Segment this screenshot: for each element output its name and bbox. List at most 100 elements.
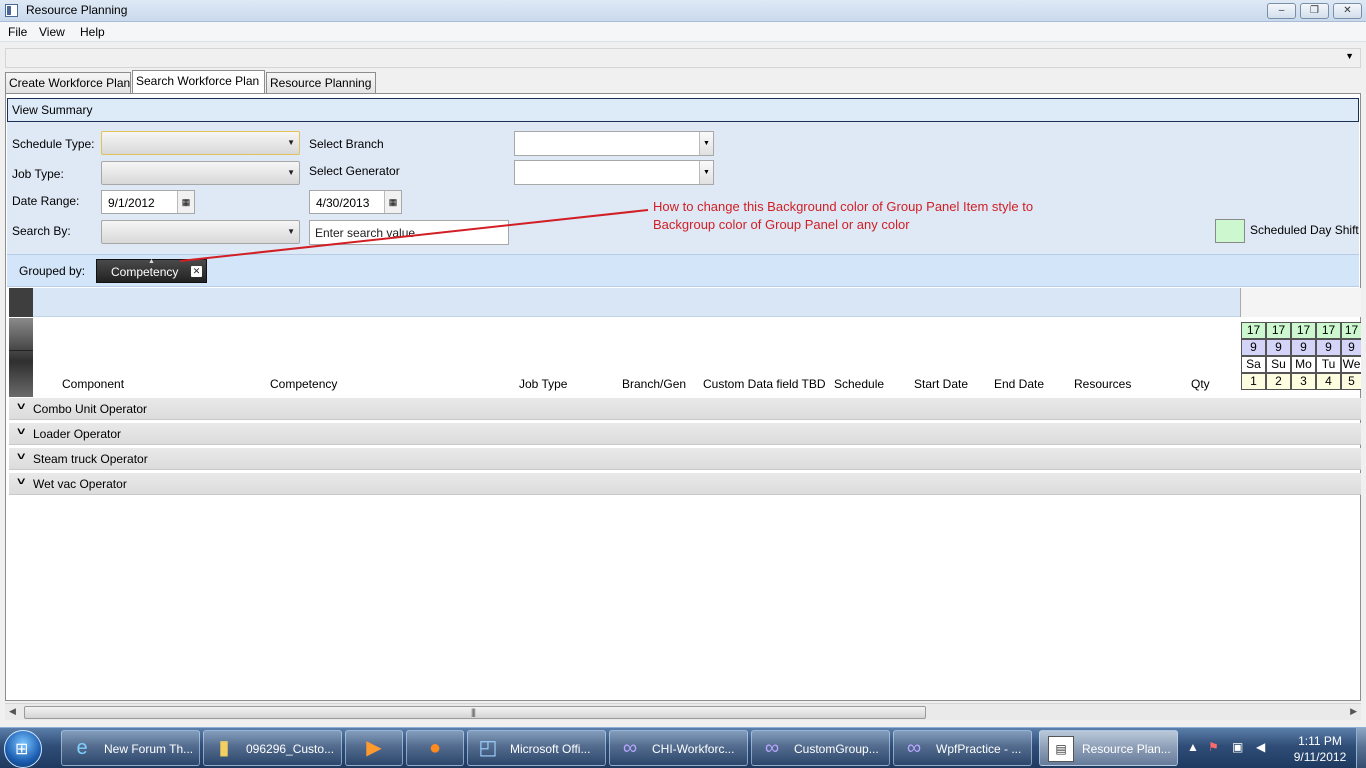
- chevron-down-icon[interactable]: ˅: [17, 476, 25, 488]
- schedule-type-combo[interactable]: ▼: [101, 131, 300, 155]
- date-from-value: 9/1/2012: [108, 196, 155, 210]
- top-expander-bar: ▼: [5, 48, 1361, 68]
- taskbar-item-media-player[interactable]: ▶: [345, 730, 403, 766]
- select-branch-combo[interactable]: ▼: [514, 131, 714, 156]
- show-desktop-button[interactable]: [1356, 728, 1366, 768]
- calendar-cell: 17: [1341, 322, 1361, 339]
- horizontal-scrollbar[interactable]: ◀ ||| ▶: [5, 703, 1361, 720]
- grouped-by-label: Grouped by:: [19, 264, 86, 278]
- tab-resource-planning[interactable]: Resource Planning: [266, 72, 376, 93]
- scroll-right-icon[interactable]: ▶: [1350, 706, 1357, 717]
- chevron-down-icon: ▼: [699, 161, 713, 184]
- network-icon[interactable]: ▣: [1232, 740, 1243, 754]
- col-competency[interactable]: Competency: [270, 377, 337, 391]
- search-by-combo[interactable]: ▼: [101, 220, 300, 244]
- group-row[interactable]: ˅ Wet vac Operator: [9, 473, 1361, 495]
- scrollbar-grip: |||: [471, 707, 476, 717]
- sort-ascending-icon: ▲: [148, 258, 155, 265]
- show-hidden-icons-icon[interactable]: ▲: [1187, 740, 1199, 754]
- scroll-left-icon[interactable]: ◀: [9, 706, 16, 717]
- app-window-icon: ▤: [1048, 736, 1074, 762]
- volume-icon[interactable]: ◀: [1256, 740, 1265, 754]
- chevron-down-icon[interactable]: ˅: [17, 451, 25, 463]
- menu-help[interactable]: Help: [80, 25, 105, 39]
- group-panel-item[interactable]: ▲ Competency ✕: [96, 258, 207, 283]
- calendar-cell: 9: [1316, 339, 1341, 356]
- grid-top-band: [33, 288, 1240, 317]
- group-row[interactable]: ˅ Loader Operator: [9, 423, 1361, 445]
- office-icon: ◰: [478, 737, 498, 759]
- view-summary-header[interactable]: View Summary: [7, 98, 1359, 122]
- minimize-button[interactable]: ‒: [1267, 3, 1296, 19]
- select-generator-label: Select Generator: [309, 164, 400, 178]
- col-qty[interactable]: Qty: [1191, 377, 1210, 391]
- taskbar-item-firefox[interactable]: ●: [406, 730, 464, 766]
- calendar-cell: 2: [1266, 373, 1291, 390]
- col-component[interactable]: Component: [62, 377, 124, 391]
- col-custom-data-field[interactable]: Custom Data field TBD: [703, 377, 826, 391]
- taskbar-item-ie[interactable]: e New Forum Th...: [61, 730, 200, 766]
- col-job-type[interactable]: Job Type: [519, 377, 567, 391]
- group-row[interactable]: ˅ Steam truck Operator: [9, 448, 1361, 470]
- calendar-cell: 9: [1266, 339, 1291, 356]
- chevron-down-icon[interactable]: ˅: [17, 401, 25, 413]
- tab-search-workforce-plan[interactable]: Search Workforce Plan: [132, 70, 265, 94]
- col-branch-gen[interactable]: Branch/Gen: [622, 377, 686, 391]
- menu-view[interactable]: View: [39, 25, 65, 39]
- search-input[interactable]: [309, 220, 509, 245]
- scrollbar-thumb[interactable]: |||: [24, 706, 926, 719]
- taskbar-item-folder[interactable]: ▮ 096296_Custo...: [203, 730, 342, 766]
- chevron-down-icon: ▼: [287, 138, 295, 147]
- taskbar-item-office[interactable]: ◰ Microsoft Offi...: [467, 730, 606, 766]
- taskbar-item-visual-studio-2[interactable]: ∞ CustomGroup...: [751, 730, 890, 766]
- chevron-down-icon: ▼: [287, 227, 295, 236]
- window-title: Resource Planning: [26, 3, 128, 17]
- date-to-picker[interactable]: 4/30/2013 ▦: [309, 190, 402, 214]
- media-player-icon: ▶: [366, 737, 382, 759]
- col-start-date[interactable]: Start Date: [914, 377, 968, 391]
- tab-create-workforce-plan[interactable]: Create Workforce Plan: [5, 72, 131, 93]
- clock-date[interactable]: 9/11/2012: [1286, 750, 1354, 764]
- view-summary-label: View Summary: [12, 103, 93, 117]
- calendar-cell: 9: [1241, 339, 1266, 356]
- taskbar-item-visual-studio-3[interactable]: ∞ WpfPractice - ...: [893, 730, 1032, 766]
- calendar-icon[interactable]: ▦: [177, 191, 194, 213]
- annotation-note: How to change this Background color of G…: [653, 199, 1034, 232]
- select-generator-combo[interactable]: ▼: [514, 160, 714, 185]
- col-schedule[interactable]: Schedule: [834, 377, 884, 391]
- start-button[interactable]: ⊞: [4, 730, 42, 768]
- grid-row-indicator: [9, 318, 33, 397]
- col-resources[interactable]: Resources: [1074, 377, 1131, 391]
- calendar-cell: 4: [1316, 373, 1341, 390]
- clock-time[interactable]: 1:11 PM: [1290, 734, 1350, 748]
- taskbar-item-resource-planning[interactable]: ▤ Resource Plan...: [1039, 730, 1178, 766]
- maximize-button[interactable]: ❐: [1300, 3, 1329, 19]
- calendar-cell: 3: [1291, 373, 1316, 390]
- schedule-type-label: Schedule Type:: [12, 137, 95, 151]
- calendar-cell: 1: [1241, 373, 1266, 390]
- menu-bar: File View Help: [0, 22, 1366, 42]
- calendar-cell: Su: [1266, 356, 1291, 373]
- group-panel-item-label: Competency: [111, 265, 179, 279]
- job-type-combo[interactable]: ▼: [101, 161, 300, 185]
- dropdown-arrow-icon[interactable]: ▼: [1345, 51, 1354, 61]
- menu-file[interactable]: File: [8, 25, 27, 39]
- firefox-icon: ●: [428, 737, 442, 759]
- close-button[interactable]: ✕: [1333, 3, 1362, 19]
- close-icon[interactable]: ✕: [191, 266, 202, 277]
- group-row[interactable]: ˅ Combo Unit Operator: [9, 398, 1361, 420]
- calendar-icon[interactable]: ▦: [384, 191, 401, 213]
- calendar-cell: 17: [1291, 322, 1316, 339]
- group-panel: Grouped by: ▲ Competency ✕: [7, 254, 1359, 287]
- action-center-flag-icon[interactable]: ⚑: [1208, 740, 1219, 754]
- calendar-cell: We: [1341, 356, 1361, 373]
- chevron-down-icon[interactable]: ˅: [17, 426, 25, 438]
- chevron-down-icon: ▼: [699, 132, 713, 155]
- visual-studio-icon: ∞: [764, 737, 780, 759]
- date-from-picker[interactable]: 9/1/2012 ▦: [101, 190, 195, 214]
- app-icon: [5, 4, 18, 17]
- calendar-cell: 17: [1316, 322, 1341, 339]
- col-end-date[interactable]: End Date: [994, 377, 1044, 391]
- taskbar-item-visual-studio-1[interactable]: ∞ CHI-Workforc...: [609, 730, 748, 766]
- visual-studio-icon: ∞: [906, 737, 922, 759]
